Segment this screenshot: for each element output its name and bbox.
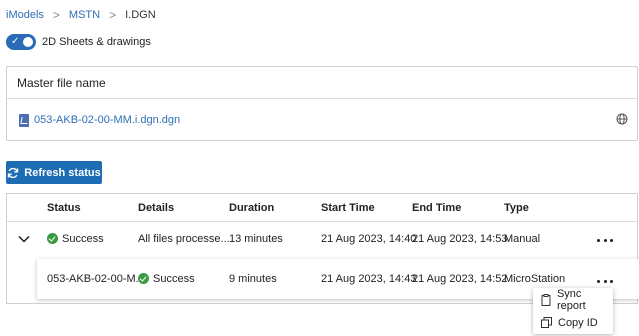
menu-item-label: Copy ID	[558, 316, 598, 329]
column-header-type[interactable]: Type	[504, 202, 529, 214]
menu-item-copy-id[interactable]: Copy ID	[533, 311, 613, 334]
subrow-status: Success	[138, 273, 195, 285]
row-details: All files processe...	[138, 233, 230, 245]
row-end-time: 21 Aug 2023, 14:53	[412, 233, 508, 245]
refresh-icon	[8, 167, 19, 178]
column-header-status[interactable]: Status	[47, 202, 81, 214]
breadcrumb-separator-icon: >	[52, 8, 60, 22]
subrow-end-time: 21 Aug 2023, 14:52	[412, 273, 508, 285]
column-header-end-time[interactable]: End Time	[412, 202, 461, 214]
row-status-text: Success	[62, 233, 104, 245]
copy-icon	[541, 317, 552, 328]
subrow-more-options-icon[interactable]	[597, 276, 613, 286]
check-icon: ✓	[11, 36, 20, 47]
master-file-panel: Master file name 053-AKB-02-00-MM.i.dgn.…	[6, 66, 638, 141]
breadcrumb: iModels > MSTN > I.DGN	[6, 7, 156, 23]
toggle-label: 2D Sheets & drawings	[42, 36, 151, 48]
header-divider	[7, 221, 637, 222]
column-header-duration[interactable]: Duration	[229, 202, 274, 214]
subrow-status-text: Success	[153, 273, 195, 285]
sheets-drawings-toggle[interactable]: ✓	[6, 34, 36, 50]
column-header-start-time[interactable]: Start Time	[321, 202, 375, 214]
breadcrumb-item-imodels[interactable]: iModels	[6, 9, 44, 21]
clipboard-icon	[541, 293, 551, 306]
breadcrumb-item-current: I.DGN	[125, 9, 156, 21]
sheets-drawings-toggle-row: ✓ 2D Sheets & drawings	[6, 34, 151, 50]
column-header-details[interactable]: Details	[138, 202, 174, 214]
context-menu: Sync report Copy ID	[533, 288, 613, 334]
subrow-duration: 9 minutes	[229, 273, 277, 285]
subrow-file: 053-AKB-02-00-M...	[47, 273, 145, 285]
success-icon	[47, 233, 58, 244]
subrow-type: MicroStation	[504, 273, 566, 285]
row-status: Success	[47, 233, 104, 245]
refresh-status-label: Refresh status	[24, 166, 101, 179]
imodel-file-icon	[19, 113, 29, 127]
master-file-link[interactable]: 053-AKB-02-00-MM.i.dgn.dgn	[34, 114, 180, 126]
menu-item-label: Sync report	[556, 287, 586, 312]
master-file-row: 053-AKB-02-00-MM.i.dgn.dgn	[7, 99, 637, 141]
row-duration: 13 minutes	[229, 233, 283, 245]
breadcrumb-item-mstn[interactable]: MSTN	[69, 9, 100, 21]
breadcrumb-separator-icon: >	[109, 8, 117, 22]
success-icon	[138, 273, 149, 284]
subrow-start-time: 21 Aug 2023, 14:43	[321, 273, 417, 285]
row-type: Manual	[504, 233, 541, 245]
row-start-time: 21 Aug 2023, 14:40	[321, 233, 417, 245]
menu-item-sync-report[interactable]: Sync report	[533, 287, 613, 312]
row-more-options-icon[interactable]	[597, 235, 613, 245]
refresh-status-button[interactable]: Refresh status	[6, 161, 102, 184]
chevron-down-icon[interactable]	[17, 232, 31, 246]
master-file-header: Master file name	[7, 67, 637, 99]
toggle-knob	[23, 37, 33, 47]
globe-icon[interactable]	[616, 113, 628, 125]
